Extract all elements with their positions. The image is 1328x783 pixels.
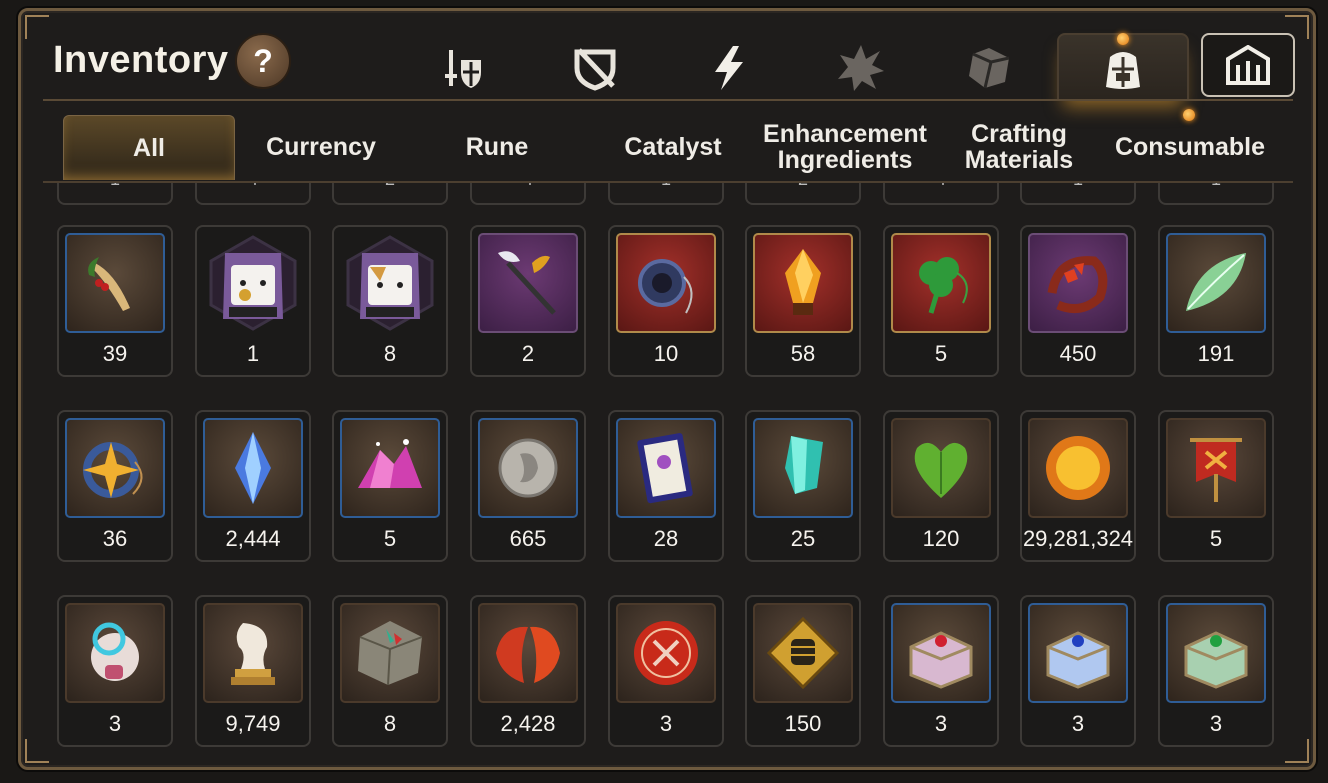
item-slot[interactable]: 150 — [745, 595, 861, 747]
emerald-chest-icon — [1184, 631, 1248, 689]
item-slot[interactable]: 2,444 — [195, 410, 311, 562]
item-slot[interactable]: 25 — [745, 410, 861, 562]
corner-ornament — [25, 15, 49, 39]
pet-food-bag-icon — [209, 235, 297, 331]
item-slot[interactable]: 120 — [883, 410, 999, 562]
item-slot-partial[interactable]: 1 — [57, 183, 173, 205]
notification-dot — [1117, 33, 1129, 45]
subtab-rune[interactable]: Rune — [417, 115, 577, 179]
subtab-all[interactable]: All — [63, 115, 235, 180]
item-slot[interactable]: 3 — [608, 595, 724, 747]
help-button[interactable]: ? — [235, 33, 291, 89]
pink-crystal-icon — [358, 439, 422, 488]
ruby-chest-icon — [909, 631, 973, 689]
red-seal-icon — [634, 621, 698, 685]
item-slot[interactable]: 3 — [883, 595, 999, 747]
pet-card-icon — [637, 433, 693, 504]
star-pendant-icon — [83, 442, 143, 498]
item-slot[interactable]: 2 — [470, 225, 586, 377]
item-slot[interactable]: 10 — [608, 225, 724, 377]
item-slot[interactable]: 191 — [1158, 225, 1274, 377]
teal-crystal-icon — [785, 436, 823, 494]
item-slot[interactable]: 3 — [57, 595, 173, 747]
item-slot[interactable]: 5 — [332, 410, 448, 562]
clover-charm-icon — [919, 257, 968, 314]
subtab-consumable[interactable]: Consumable — [1107, 115, 1273, 179]
item-slot[interactable]: 5 — [1158, 410, 1274, 562]
subtab-currency[interactable]: Currency — [241, 115, 401, 179]
stone-block-icon — [358, 621, 423, 686]
item-slot-partial[interactable]: 1 — [1020, 183, 1136, 205]
tab-special[interactable] — [821, 33, 901, 103]
amber-crystal-icon — [785, 249, 821, 315]
red-banner-icon — [1190, 438, 1242, 502]
green-leaf-icon — [1186, 253, 1246, 311]
knight-chess-icon — [231, 623, 275, 685]
green-heart-icon — [914, 442, 968, 498]
subtab-catalyst[interactable]: Catalyst — [593, 115, 753, 179]
item-slot-partial[interactable]: 2 — [745, 183, 861, 205]
tab-defense[interactable] — [555, 33, 635, 103]
item-slot[interactable]: 58 — [745, 225, 861, 377]
item-slot[interactable]: 28 — [608, 410, 724, 562]
red-leaf-icon — [496, 626, 560, 683]
lightning-icon — [715, 46, 743, 90]
cube-icon — [969, 48, 1010, 89]
item-slot[interactable]: 5 — [883, 225, 999, 377]
sword-shield-icon — [445, 50, 481, 88]
shop-icon — [1226, 45, 1270, 85]
ring-pendant-icon — [638, 259, 693, 314]
tab-skills[interactable] — [689, 33, 769, 103]
backpack-icon — [1106, 52, 1140, 89]
fist-emblem-icon — [766, 616, 840, 690]
item-slot-partial[interactable]: 2 — [332, 183, 448, 205]
item-slot-partial[interactable]: 4 — [883, 183, 999, 205]
item-slot[interactable]: 2,428 — [470, 595, 586, 747]
tab-materials[interactable] — [949, 33, 1029, 103]
robot-orb-icon — [91, 622, 139, 681]
tab-equipment[interactable] — [423, 33, 503, 103]
shop-button[interactable] — [1201, 33, 1295, 97]
notification-dot — [1183, 109, 1195, 121]
subtab-crafting-materials[interactable]: Crafting Materials — [939, 115, 1099, 179]
page-title: Inventory — [53, 39, 229, 81]
item-slot-partial[interactable]: 4 — [470, 183, 586, 205]
item-slot[interactable]: 450 — [1020, 225, 1136, 377]
item-slot-partial[interactable]: 1 — [608, 183, 724, 205]
item-slot-partial[interactable]: 1 — [1158, 183, 1274, 205]
item-grid: 1 4 2 4 1 2 4 1 1 39 — [21, 183, 1313, 763]
gold-coin-icon — [1046, 436, 1110, 500]
sapphire-chest-icon — [1046, 631, 1110, 689]
item-slot[interactable]: 3 — [1020, 595, 1136, 747]
subtab-enhancement-ingredients[interactable]: Enhancement Ingredients — [755, 115, 935, 179]
item-slot[interactable]: 36 — [57, 410, 173, 562]
splash-icon — [838, 45, 884, 91]
item-slot[interactable]: 665 — [470, 410, 586, 562]
blue-gem-icon — [235, 432, 271, 504]
item-slot[interactable]: 29,281,324 — [1020, 410, 1136, 562]
item-slot[interactable]: 8 — [332, 595, 448, 747]
feather-staff-icon — [498, 251, 556, 315]
header-divider — [43, 99, 1293, 101]
inventory-panel: Inventory ? All Currency Rune Catalyst E… — [18, 8, 1316, 770]
item-slot[interactable]: 39 — [57, 225, 173, 377]
silver-coin-icon — [498, 438, 558, 498]
item-slot[interactable]: 3 — [1158, 595, 1274, 747]
item-slot[interactable]: 8 — [332, 225, 448, 377]
ginseng-icon — [88, 257, 130, 311]
item-slot[interactable]: 9,749 — [195, 595, 311, 747]
item-slot-partial[interactable]: 4 — [195, 183, 311, 205]
broken-shield-icon — [574, 48, 616, 91]
pet-food-bag-icon — [346, 235, 434, 331]
red-ring-icon — [1047, 256, 1108, 314]
item-slot[interactable]: 1 — [195, 225, 311, 377]
